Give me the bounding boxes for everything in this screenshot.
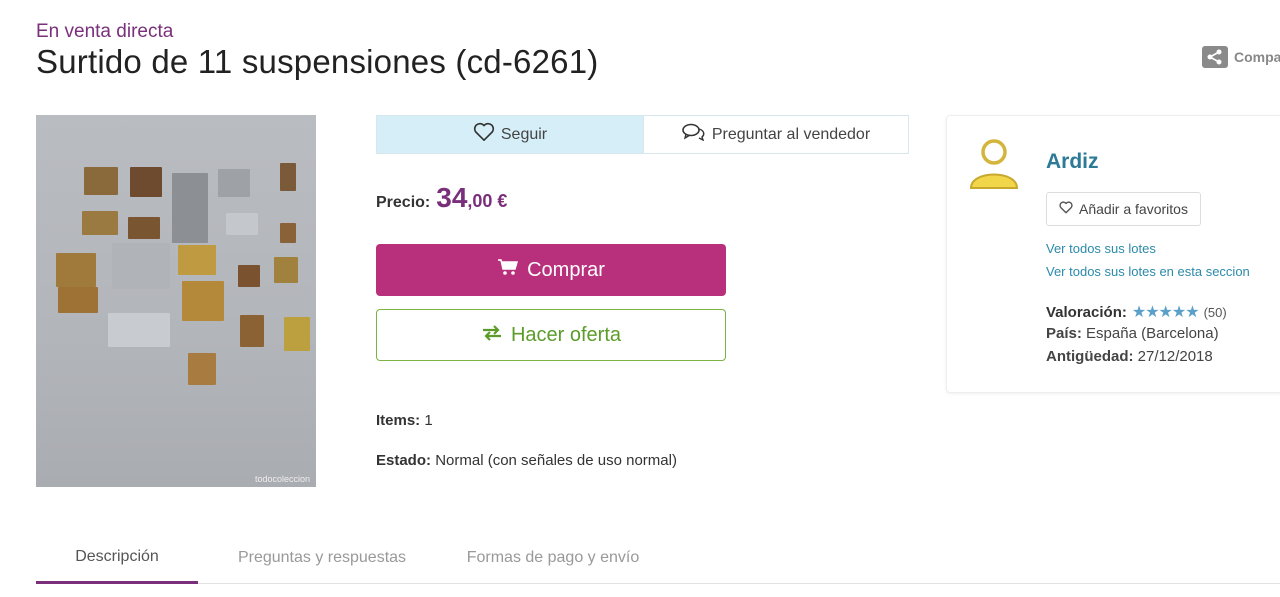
- section-lots-link[interactable]: Ver todos sus lotes en esta seccion: [1046, 264, 1250, 279]
- cart-icon: [497, 258, 519, 282]
- chat-bubbles-icon: [682, 123, 706, 146]
- user-avatar-icon: [967, 136, 1021, 192]
- fav-label: Añadir a favoritos: [1079, 201, 1188, 217]
- offer-label: Hacer oferta: [510, 323, 622, 346]
- state-label: Estado:: [376, 452, 432, 469]
- price-label: Precio:: [376, 194, 431, 211]
- heart-outline-icon: [1059, 201, 1073, 217]
- share-button[interactable]: Compa: [1202, 46, 1280, 68]
- price-row: Precio: 34 ,00 €: [376, 182, 507, 214]
- age-value: 27/12/2018: [1137, 348, 1213, 365]
- rating-stars: ★★★★★: [1131, 304, 1200, 321]
- tab-payment-shipping[interactable]: Formas de pago y envío: [446, 532, 660, 584]
- sale-type-label: En venta directa: [36, 21, 174, 42]
- items-value: 1: [424, 412, 433, 429]
- rating-label: Valoración:: [1046, 303, 1127, 321]
- swap-arrows-icon: [481, 324, 503, 347]
- all-lots-link[interactable]: Ver todos sus lotes: [1046, 241, 1156, 256]
- add-favorite-button[interactable]: Añadir a favoritos: [1046, 192, 1201, 226]
- country-label: País:: [1046, 325, 1082, 342]
- age-label: Antigüedad:: [1046, 348, 1134, 365]
- action-bar: Seguir Preguntar al vendedor: [376, 115, 909, 154]
- ask-label: Preguntar al vendedor: [711, 125, 871, 143]
- country-value: España (Barcelona): [1086, 325, 1219, 342]
- tab-bar: Descripción Preguntas y respuestas Forma…: [36, 532, 1280, 584]
- image-watermark: todocoleccion: [254, 474, 310, 484]
- price-integer: 34: [436, 182, 468, 213]
- buy-label: Comprar: [527, 258, 605, 281]
- buy-button[interactable]: Comprar: [376, 244, 726, 296]
- heart-icon: [473, 122, 495, 147]
- price-decimal: ,00 €: [467, 191, 508, 211]
- items-count: Items: 1: [376, 412, 433, 429]
- seller-country: País: España (Barcelona): [1046, 325, 1219, 342]
- ask-seller-button[interactable]: Preguntar al vendedor: [643, 116, 908, 153]
- page-title: Surtido de 11 suspensiones (cd-6261): [36, 43, 599, 80]
- seller-rating: Valoración: ★★★★★ (50): [1046, 302, 1227, 322]
- seller-name[interactable]: Ardiz: [1046, 150, 1099, 174]
- product-image[interactable]: todocoleccion: [36, 115, 316, 487]
- follow-button[interactable]: Seguir: [377, 116, 643, 153]
- seller-age: Antigüedad: 27/12/2018: [1046, 348, 1213, 365]
- item-condition: Estado: Normal (con señales de uso norma…: [376, 452, 677, 469]
- rating-count: (50): [1203, 304, 1227, 320]
- share-icon: [1202, 46, 1228, 68]
- follow-label: Seguir: [500, 125, 548, 143]
- seller-card: Ardiz Añadir a favoritos Ver todos sus l…: [946, 115, 1280, 393]
- items-label: Items:: [376, 412, 421, 429]
- tab-questions[interactable]: Preguntas y respuestas: [198, 532, 446, 584]
- share-label: Compa: [1234, 49, 1280, 65]
- tab-description[interactable]: Descripción: [36, 532, 198, 584]
- make-offer-button[interactable]: Hacer oferta: [376, 309, 726, 361]
- state-value: Normal (con señales de uso normal): [435, 452, 677, 469]
